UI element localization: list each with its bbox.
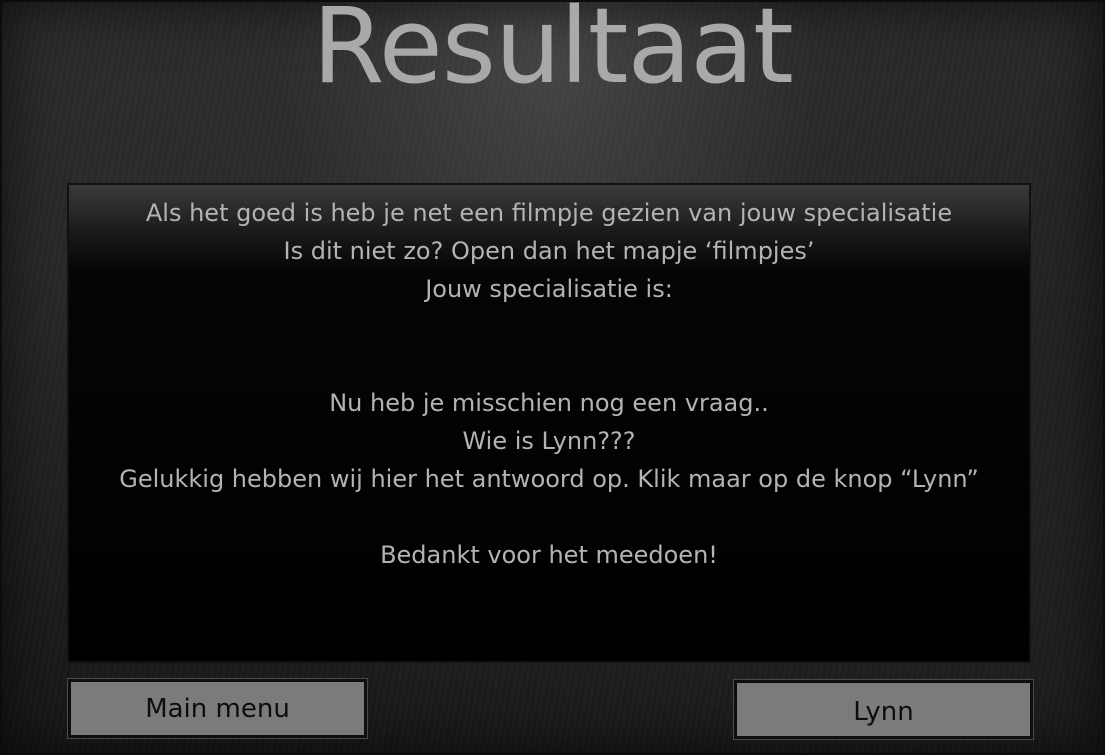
question-text: Nu heb je misschien nog een vraag.. [329, 389, 769, 417]
lynn-instruction-text: Gelukkig hebben wij hier het antwoord op… [119, 465, 979, 493]
result-screen: Resultaat Als het goed is heb je net een… [0, 0, 1105, 755]
who-is-lynn-text: Wie is Lynn??? [462, 427, 636, 455]
thanks-text: Bedankt voor het meedoen! [380, 541, 718, 569]
specialisation-label: Jouw specialisatie is: [425, 275, 673, 303]
video-watched-text: Als het goed is heb je net een filmpje g… [145, 199, 953, 227]
main-menu-button[interactable]: Main menu [67, 678, 368, 739]
result-panel: Als het goed is heb je net een filmpje g… [67, 183, 1031, 663]
open-folder-text: Is dit niet zo? Open dan het mapje ‘film… [283, 237, 815, 265]
page-title: Resultaat [312, 0, 794, 107]
lynn-button[interactable]: Lynn [733, 679, 1034, 740]
